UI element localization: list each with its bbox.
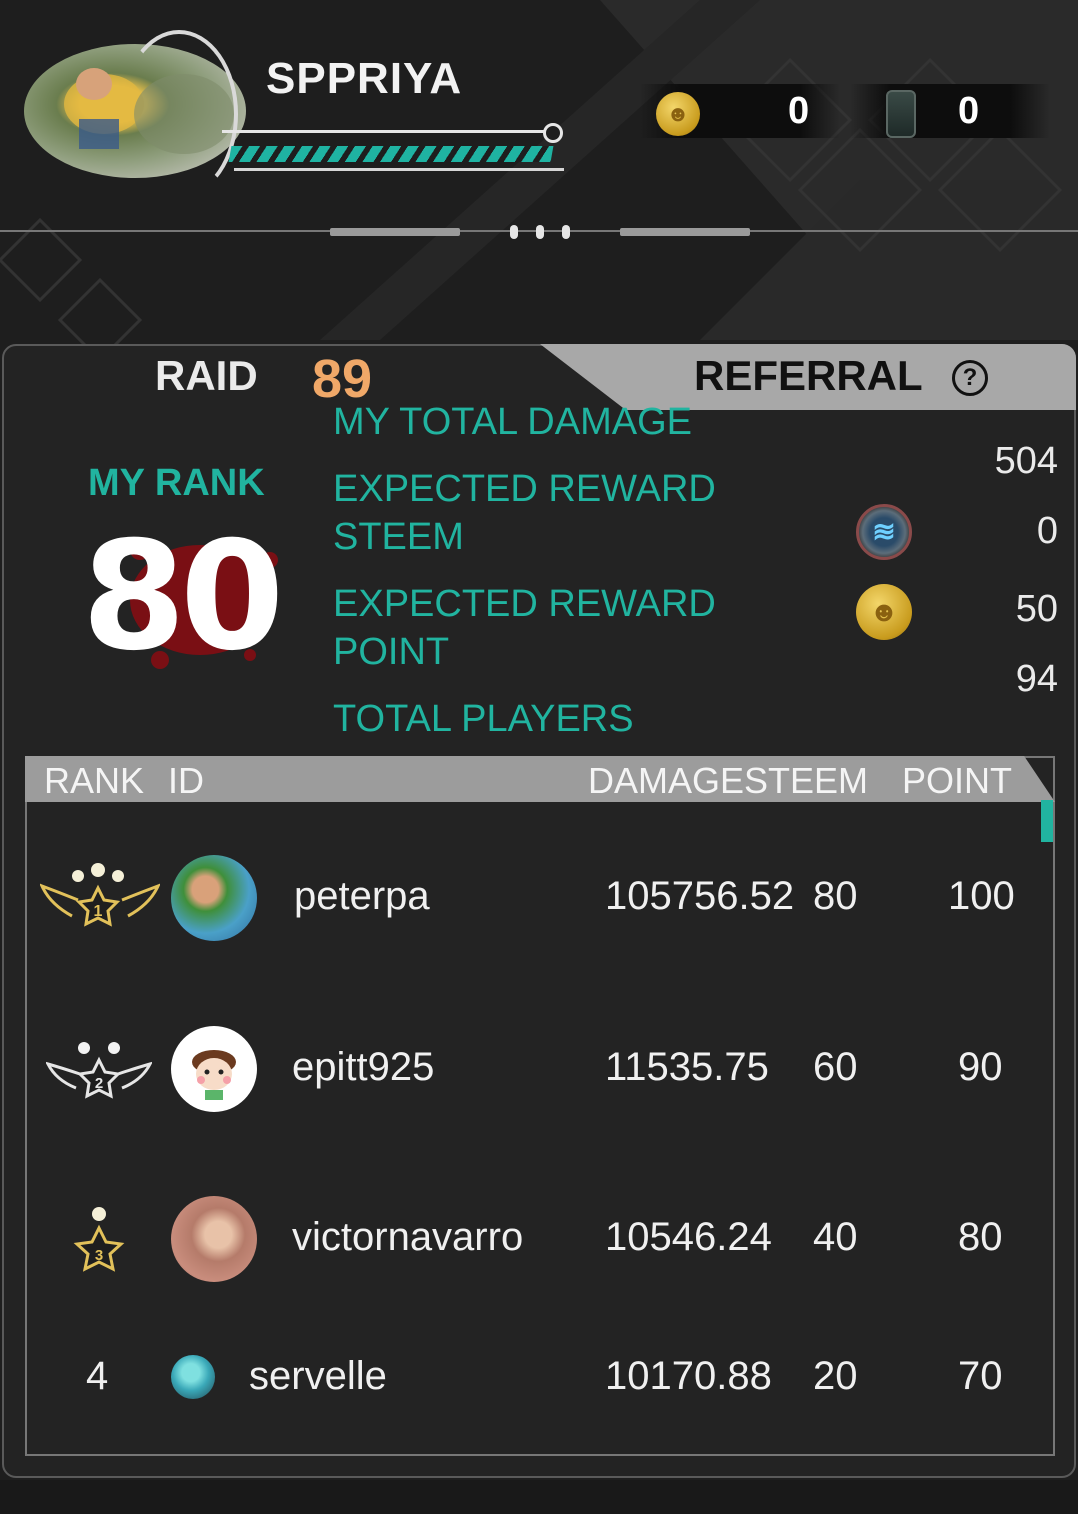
row-point: 70 xyxy=(958,1354,1003,1398)
rank-2-badge-icon: 2 xyxy=(46,1042,152,1099)
svg-text:2: 2 xyxy=(95,1075,103,1092)
header-rank: RANK xyxy=(44,760,145,801)
row-id[interactable]: peterpa xyxy=(294,874,430,919)
row-id[interactable]: victornavarro xyxy=(292,1215,523,1260)
row-steem: 20 xyxy=(813,1354,858,1398)
row-rank: 4 xyxy=(86,1354,109,1398)
divider-dot xyxy=(510,225,518,239)
avatar-ring xyxy=(120,30,238,198)
row-steem: 80 xyxy=(813,874,858,918)
reward-steem-label-line1: EXPECTED REWARD xyxy=(333,468,716,510)
rank-1-badge-icon: 1 xyxy=(40,863,160,927)
reward-steem-label-line2: STEEM xyxy=(333,516,464,558)
total-damage-label: MY TOTAL DAMAGE xyxy=(333,401,692,443)
divider-dot xyxy=(562,225,570,239)
rank-3-badge-icon: 3 xyxy=(73,1207,125,1272)
xp-progress-bar xyxy=(228,146,554,162)
row-damage: 105756.52 xyxy=(605,874,795,918)
tab-referral-label[interactable]: REFERRAL xyxy=(694,352,923,400)
row-id[interactable]: epitt925 xyxy=(292,1045,434,1090)
row-point: 80 xyxy=(958,1215,1003,1259)
header-damage: DAMAGE xyxy=(588,760,745,801)
xp-frame xyxy=(234,168,564,171)
help-icon[interactable]: ? xyxy=(952,360,988,396)
divider-accent-right xyxy=(620,228,750,236)
scrollbar-thumb[interactable] xyxy=(1041,800,1053,842)
row-id[interactable]: servelle xyxy=(249,1354,387,1399)
row-damage: 10170.88 xyxy=(605,1354,772,1398)
player-name: SPPRIYA xyxy=(266,54,463,103)
svg-text:1: 1 xyxy=(94,903,103,920)
tab-raid[interactable]: RAID xyxy=(155,352,258,400)
header-id: ID xyxy=(168,760,204,801)
total-players-label: TOTAL PLAYERS xyxy=(333,698,634,740)
row-point: 90 xyxy=(958,1045,1003,1089)
ticket-balance: 0 xyxy=(958,90,980,132)
header-point: POINT xyxy=(902,760,1013,801)
steem-icon: ≋ xyxy=(856,504,912,560)
ticket-icon xyxy=(886,90,916,138)
my-rank-label: MY RANK xyxy=(88,462,265,504)
reward-point-label-line1: EXPECTED REWARD xyxy=(333,583,716,625)
row-damage: 10546.24 xyxy=(605,1215,772,1259)
row-steem: 40 xyxy=(813,1215,858,1259)
point-coin-icon: ☻ xyxy=(856,584,912,640)
avatar[interactable] xyxy=(171,855,257,941)
reward-steem-value: 0 xyxy=(1036,510,1058,552)
avatar[interactable] xyxy=(171,1196,257,1282)
total-damage-value: 504 xyxy=(994,440,1058,482)
row-point: 100 xyxy=(948,874,1015,918)
xp-knob xyxy=(543,123,563,143)
avatar[interactable] xyxy=(171,1355,215,1399)
divider-dot xyxy=(536,225,544,239)
my-rank-value: 80 xyxy=(81,510,285,684)
divider-accent-left xyxy=(330,228,460,236)
svg-text:3: 3 xyxy=(95,1247,103,1264)
leaderboard-table[interactable] xyxy=(25,756,1055,1456)
row-damage: 11535.75 xyxy=(605,1045,769,1089)
coin-balance: 0 xyxy=(788,90,810,132)
total-players-value: 94 xyxy=(1015,658,1058,700)
coin-icon: ☻ xyxy=(656,92,700,136)
header-steem: STEEM xyxy=(744,760,869,801)
reward-point-label-line2: POINT xyxy=(333,631,450,673)
ticket-balance-panel xyxy=(850,84,1050,138)
avatar[interactable] xyxy=(171,1026,257,1112)
row-steem: 60 xyxy=(813,1045,858,1089)
reward-point-value: 50 xyxy=(1015,588,1058,630)
xp-track xyxy=(222,130,552,133)
